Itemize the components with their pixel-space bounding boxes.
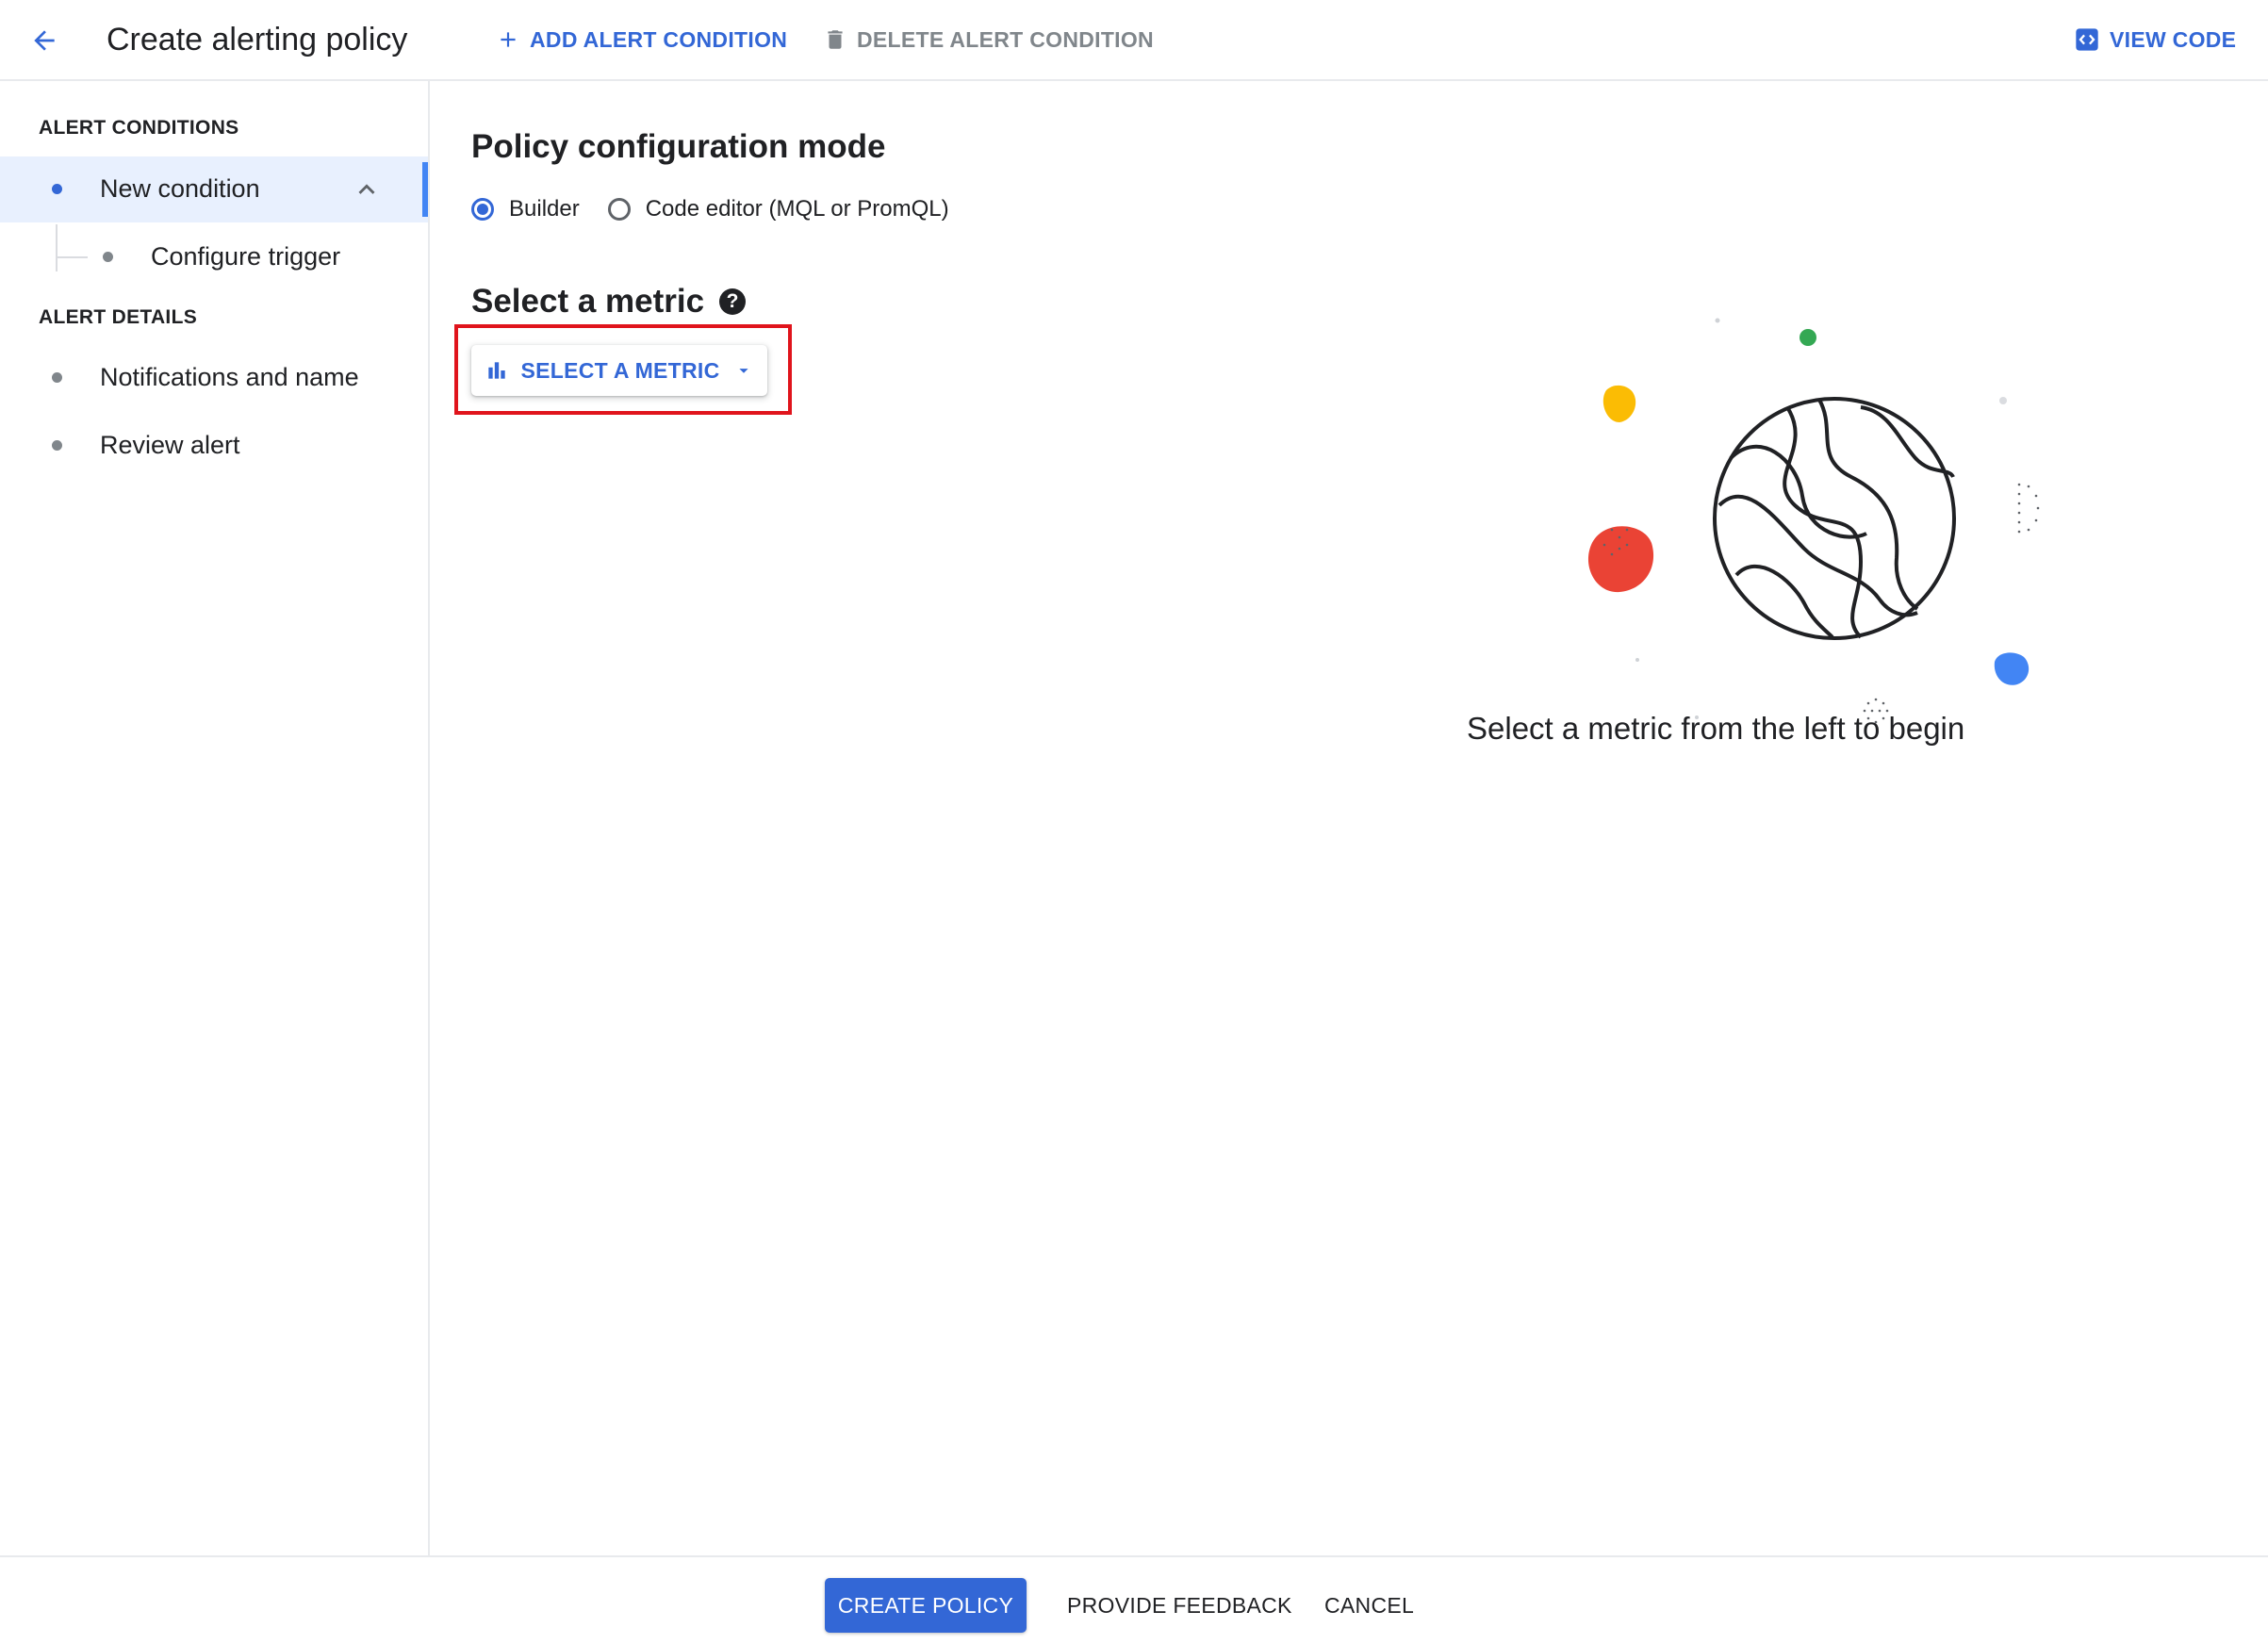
- main-content: Policy configuration mode Builder Code e…: [430, 81, 2268, 1555]
- chevron-up-icon[interactable]: [351, 173, 383, 206]
- globe-illustration: [1587, 318, 2040, 724]
- steps-sidebar: ALERT CONDITIONS New condition Configure…: [0, 81, 430, 1555]
- code-editor-radio-label: Code editor (MQL or PromQL): [645, 196, 949, 222]
- view-code-label: VIEW CODE: [2110, 26, 2237, 52]
- bar-chart-icon: [488, 362, 506, 379]
- review-alert-label: Review alert: [100, 431, 240, 459]
- provide-feedback-button[interactable]: PROVIDE FEEDBACK: [1067, 1578, 1292, 1633]
- select-metric-title-text: Select a metric: [471, 283, 705, 320]
- trash-icon: [828, 30, 843, 49]
- configure-trigger-label: Configure trigger: [151, 242, 341, 271]
- dropdown-caret-icon: [738, 369, 748, 373]
- step-dot: [103, 252, 113, 262]
- sidebar-item-notifications[interactable]: Notifications and name: [0, 345, 428, 411]
- radio-unchecked-icon: [607, 198, 631, 221]
- select-metric-title: Select a metric ?: [471, 283, 747, 321]
- view-code-button[interactable]: VIEW CODE: [2074, 21, 2236, 58]
- delete-alert-condition-label: DELETE ALERT CONDITION: [857, 26, 1154, 52]
- notifications-label: Notifications and name: [100, 363, 359, 391]
- alert-conditions-heading: ALERT CONDITIONS: [39, 117, 239, 139]
- select-metric-button[interactable]: SELECT A METRIC: [471, 345, 767, 396]
- add-alert-condition-button[interactable]: ADD ALERT CONDITION: [496, 21, 787, 58]
- create-policy-button[interactable]: CREATE POLICY: [825, 1578, 1027, 1633]
- code-icon: [2076, 28, 2098, 51]
- plus-icon: [501, 32, 516, 47]
- help-icon[interactable]: ?: [719, 288, 747, 315]
- new-condition-label: New condition: [100, 174, 260, 203]
- step-dot: [52, 440, 62, 451]
- arrow-back-icon: [34, 30, 55, 51]
- policy-config-mode-title-text: Policy configuration mode: [471, 128, 886, 165]
- back-button[interactable]: [21, 17, 68, 64]
- sidebar-item-new-condition[interactable]: New condition: [0, 156, 428, 222]
- builder-radio-label: Builder: [509, 196, 580, 222]
- footer-action-bar: CREATE POLICY PROVIDE FEEDBACK CANCEL: [0, 1555, 2268, 1644]
- add-alert-condition-label: ADD ALERT CONDITION: [530, 26, 788, 52]
- step-dot: [52, 184, 62, 194]
- step-dot: [52, 372, 62, 383]
- radio-checked-icon: [471, 198, 494, 221]
- empty-state-message: Select a metric from the left to begin: [1467, 711, 1965, 746]
- config-mode-radio-group: Builder Code editor (MQL or PromQL): [471, 190, 978, 228]
- policy-config-mode-title: Policy configuration mode: [471, 128, 885, 166]
- select-metric-button-label: SELECT A METRIC: [520, 357, 720, 383]
- sidebar-item-configure-trigger[interactable]: Configure trigger: [0, 224, 428, 290]
- builder-radio[interactable]: Builder: [471, 196, 580, 222]
- delete-alert-condition-button[interactable]: DELETE ALERT CONDITION: [823, 21, 1154, 58]
- alert-details-heading: ALERT DETAILS: [39, 306, 198, 328]
- page-title: Create alerting policy: [107, 22, 408, 58]
- top-app-bar: Create alerting policy ADD ALERT CONDITI…: [0, 0, 2268, 81]
- sidebar-item-review-alert[interactable]: Review alert: [0, 413, 428, 479]
- code-editor-radio[interactable]: Code editor (MQL or PromQL): [607, 196, 949, 222]
- cancel-button[interactable]: CANCEL: [1324, 1578, 1414, 1633]
